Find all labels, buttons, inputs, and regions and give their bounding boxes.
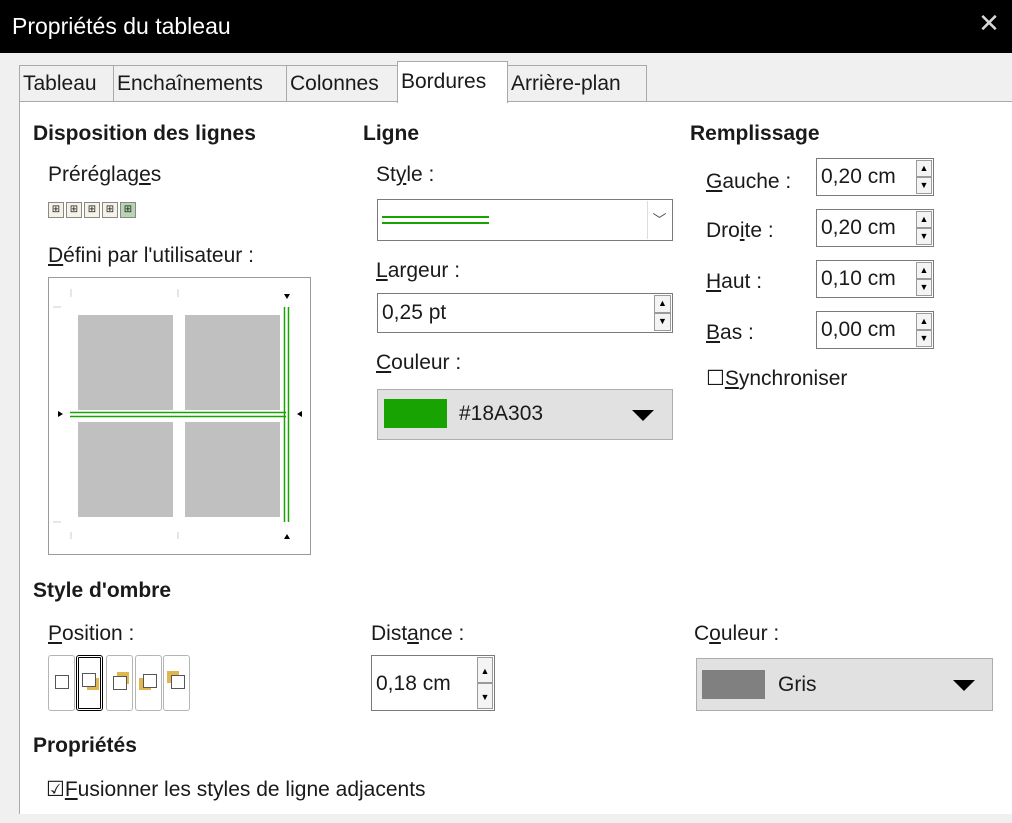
padding-heading: Remplissage bbox=[690, 122, 820, 145]
padding-bottom-value[interactable]: 0,00 cm bbox=[821, 312, 896, 348]
line-heading: Ligne bbox=[363, 122, 419, 145]
shadow-top-left-button[interactable] bbox=[163, 655, 190, 711]
padding-top-spinbox[interactable]: 0,10 cm ▲ ▼ bbox=[816, 260, 934, 298]
dialog-window: Propriétés du tableau ✕ Tableau Enchaîne… bbox=[0, 0, 1012, 823]
preset-none-button[interactable]: ⊞ bbox=[48, 202, 64, 218]
shadow-position-label: Position : bbox=[48, 622, 135, 645]
width-value[interactable]: 0,25 pt bbox=[382, 294, 446, 332]
line-style-preview-top bbox=[382, 216, 489, 218]
presets-label: Préréglages bbox=[48, 163, 162, 186]
shadow-top-right-button[interactable] bbox=[106, 655, 133, 711]
title-bar: Propriétés du tableau ✕ bbox=[0, 0, 1012, 53]
checkbox-icon[interactable]: ☐ bbox=[706, 367, 725, 390]
preset-outer-button[interactable]: ⊞ bbox=[66, 202, 82, 218]
checkbox-icon[interactable]: ☑ bbox=[46, 778, 65, 801]
chevron-down-icon[interactable]: ﹀ bbox=[647, 201, 671, 239]
spin-down-icon[interactable]: ▼ bbox=[477, 683, 493, 709]
line-style-preview-bottom bbox=[382, 222, 489, 224]
preset-outer-horizontal-button[interactable]: ⊞ bbox=[84, 202, 100, 218]
preset-inner-only-button[interactable]: ⊞ bbox=[120, 202, 136, 218]
spin-down-icon[interactable]: ▼ bbox=[916, 228, 932, 245]
style-label: Style : bbox=[376, 163, 435, 186]
shadow-distance-spinbox[interactable]: 0,18 cm ▲ ▼ bbox=[371, 655, 495, 711]
padding-right-label: Droite : bbox=[706, 219, 774, 242]
padding-right-spinbox[interactable]: 0,20 cm ▲ ▼ bbox=[816, 209, 934, 247]
shadow-color-value: Gris bbox=[778, 673, 817, 696]
spin-up-icon[interactable]: ▲ bbox=[916, 211, 932, 228]
dropdown-arrow-icon bbox=[632, 410, 654, 421]
merge-adjacent-checkbox[interactable]: ☑Fusionner les styles de ligne adjacents bbox=[46, 777, 426, 802]
tab-bordures[interactable]: Bordures bbox=[397, 61, 508, 103]
preset-outer-all-button[interactable]: ⊞ bbox=[102, 202, 118, 218]
window-title: Propriétés du tableau bbox=[12, 13, 231, 39]
tab-arriere-plan[interactable]: Arrière-plan bbox=[507, 65, 647, 101]
border-preview[interactable] bbox=[48, 277, 311, 555]
spin-up-icon[interactable]: ▲ bbox=[916, 160, 932, 177]
spin-up-icon[interactable]: ▲ bbox=[477, 657, 493, 683]
tab-colonnes[interactable]: Colonnes bbox=[286, 65, 398, 101]
shadow-heading: Style d'ombre bbox=[33, 579, 172, 602]
padding-right-value[interactable]: 0,20 cm bbox=[821, 210, 896, 246]
shadow-none-button[interactable] bbox=[48, 655, 75, 711]
width-spinbox[interactable]: 0,25 pt ▲ ▼ bbox=[377, 293, 673, 333]
dropdown-arrow-icon bbox=[953, 680, 975, 691]
padding-top-value[interactable]: 0,10 cm bbox=[821, 261, 896, 297]
line-color-swatch bbox=[384, 399, 447, 428]
shadow-distance-label: Distance : bbox=[371, 622, 465, 645]
close-icon[interactable]: ✕ bbox=[976, 10, 1002, 36]
line-color-label: Couleur : bbox=[376, 351, 462, 374]
line-color-dropdown[interactable]: #18A303 bbox=[377, 389, 673, 440]
properties-heading: Propriétés bbox=[33, 734, 137, 757]
spin-down-icon[interactable]: ▼ bbox=[916, 279, 932, 296]
padding-left-spinbox[interactable]: 0,20 cm ▲ ▼ bbox=[816, 158, 934, 196]
shadow-color-dropdown[interactable]: Gris bbox=[696, 658, 993, 711]
shadow-bottom-left-button[interactable] bbox=[135, 655, 162, 711]
shadow-bottom-right-button[interactable] bbox=[76, 655, 103, 711]
user-defined-label: Défini par l'utilisateur : bbox=[48, 244, 254, 267]
padding-bottom-spinbox[interactable]: 0,00 cm ▲ ▼ bbox=[816, 311, 934, 349]
padding-top-label: Haut : bbox=[706, 270, 763, 293]
padding-left-label: Gauche : bbox=[706, 170, 792, 193]
spin-up-icon[interactable]: ▲ bbox=[916, 262, 932, 279]
shadow-color-label: Couleur : bbox=[694, 622, 780, 645]
width-label: Largeur : bbox=[376, 259, 461, 282]
padding-bottom-label: Bas : bbox=[706, 321, 754, 344]
line-arrangement-heading: Disposition des lignes bbox=[33, 122, 256, 145]
spin-down-icon[interactable]: ▼ bbox=[654, 313, 671, 331]
line-color-value: #18A303 bbox=[459, 402, 544, 425]
spin-down-icon[interactable]: ▼ bbox=[916, 177, 932, 194]
spin-up-icon[interactable]: ▲ bbox=[916, 313, 932, 330]
borders-panel: Disposition des lignes Préréglages ⊞ ⊞ ⊞… bbox=[19, 101, 1012, 814]
synchronize-checkbox[interactable]: ☐Synchroniser bbox=[706, 366, 847, 391]
padding-left-value[interactable]: 0,20 cm bbox=[821, 159, 896, 195]
tab-enchainements[interactable]: Enchaînements bbox=[113, 65, 287, 101]
tab-tableau[interactable]: Tableau bbox=[19, 65, 114, 101]
shadow-color-swatch bbox=[702, 670, 765, 699]
line-style-select[interactable]: ﹀ bbox=[377, 199, 673, 241]
spin-down-icon[interactable]: ▼ bbox=[916, 330, 932, 347]
shadow-distance-value[interactable]: 0,18 cm bbox=[376, 656, 451, 712]
spin-up-icon[interactable]: ▲ bbox=[654, 295, 671, 313]
